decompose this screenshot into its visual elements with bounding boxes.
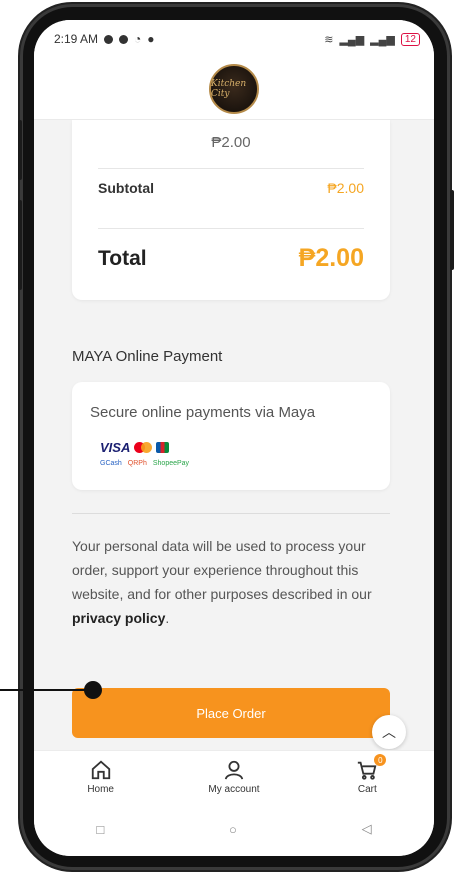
- nav-cart[interactable]: 0 Cart: [322, 754, 412, 795]
- cart-badge: 0: [374, 754, 387, 766]
- jcb-logo: [156, 442, 170, 453]
- privacy-end: .: [165, 610, 170, 626]
- signal-icon: ▂▄▆: [370, 33, 395, 46]
- home-icon: [90, 758, 112, 782]
- subtotal-label: Subtotal: [98, 180, 154, 196]
- divider: [98, 228, 364, 229]
- payment-description: Secure online payments via Maya: [90, 404, 316, 421]
- chat-icon: ●: [147, 32, 155, 46]
- privacy-policy-link[interactable]: privacy policy: [72, 610, 165, 626]
- status-right: ≋ ▂▄▆ ▂▄▆ 12: [324, 32, 420, 46]
- wifi-icon: ≋: [324, 33, 334, 46]
- restaurant-logo[interactable]: Kitchen City: [209, 63, 259, 114]
- shopeepay-logo: ShopeePay: [152, 460, 190, 467]
- divider: [98, 168, 364, 169]
- nav-my-account[interactable]: My account: [189, 758, 279, 795]
- gcash-logo: GCash: [100, 460, 122, 467]
- chevron-up-icon: ︿: [382, 724, 396, 740]
- subtotal-value: ₱2.00: [327, 180, 364, 196]
- status-time: 2:19 AM: [54, 32, 99, 46]
- checkout-content: ₱2.00 Subtotal ₱2.00 Total ₱2.00 MAYA On…: [34, 120, 434, 740]
- notification-icon: [104, 34, 114, 44]
- total-label: Total: [98, 246, 147, 270]
- nav-home[interactable]: Home: [56, 758, 146, 795]
- scroll-to-top-button[interactable]: ︿: [372, 715, 406, 749]
- bottom-nav: Home My account 0 Cart: [34, 750, 434, 802]
- maya-payment-box: Secure online payments via Maya VISA GCa…: [72, 382, 390, 490]
- side-button: [450, 190, 454, 270]
- user-icon: [223, 758, 245, 782]
- payment-method-title[interactable]: MAYA Online Payment: [72, 348, 222, 365]
- battery-icon: 12: [400, 32, 420, 46]
- recent-apps-icon[interactable]: □: [96, 822, 104, 837]
- back-icon[interactable]: ◁: [362, 821, 372, 837]
- status-bar: 2:19 AM ◔ ● ≋ ▂▄▆ ▂▄▆ 12: [34, 20, 434, 58]
- place-order-button[interactable]: Place Order: [72, 688, 390, 738]
- home-circle-icon[interactable]: ○: [229, 822, 237, 837]
- notification-icon: [119, 34, 129, 44]
- mastercard-logo: [134, 442, 153, 453]
- message-icon: ◔: [134, 32, 142, 46]
- total-value: ₱2.00: [298, 244, 364, 272]
- app-header: Kitchen City: [34, 58, 434, 120]
- visa-logo: VISA: [100, 440, 131, 455]
- nav-account-label: My account: [208, 784, 260, 795]
- annotation-pointer-line: [0, 689, 92, 691]
- status-left: 2:19 AM ◔ ●: [54, 32, 155, 46]
- privacy-text: Your personal data will be used to proce…: [72, 538, 372, 602]
- card-brand-logos: VISA: [100, 440, 170, 455]
- signal-icon: ▂▄▆: [339, 33, 365, 46]
- logo-text: Kitchen City: [211, 78, 247, 99]
- order-summary-card: ₱2.00 Subtotal ₱2.00 Total ₱2.00: [72, 120, 390, 300]
- divider: [72, 513, 390, 514]
- wallet-logos: GCash QRPh ShopeePay: [100, 460, 189, 467]
- item-price: ₱2.00: [211, 134, 251, 151]
- system-nav-bar: □ ○ ◁: [34, 802, 434, 856]
- cart-icon: 0: [356, 754, 387, 782]
- volume-button: [18, 120, 22, 180]
- power-button: [18, 200, 22, 290]
- subtotal-row: Subtotal ₱2.00: [98, 180, 364, 196]
- total-row: Total ₱2.00: [98, 244, 364, 273]
- privacy-notice: Your personal data will be used to proce…: [72, 534, 392, 630]
- qrph-logo: QRPh: [127, 460, 147, 467]
- annotation-pointer-dot: [84, 681, 102, 699]
- phone-screen: 2:19 AM ◔ ● ≋ ▂▄▆ ▂▄▆ 12 Kitchen City ₱2…: [34, 20, 434, 856]
- nav-home-label: Home: [87, 784, 114, 795]
- nav-cart-label: Cart: [357, 784, 377, 795]
